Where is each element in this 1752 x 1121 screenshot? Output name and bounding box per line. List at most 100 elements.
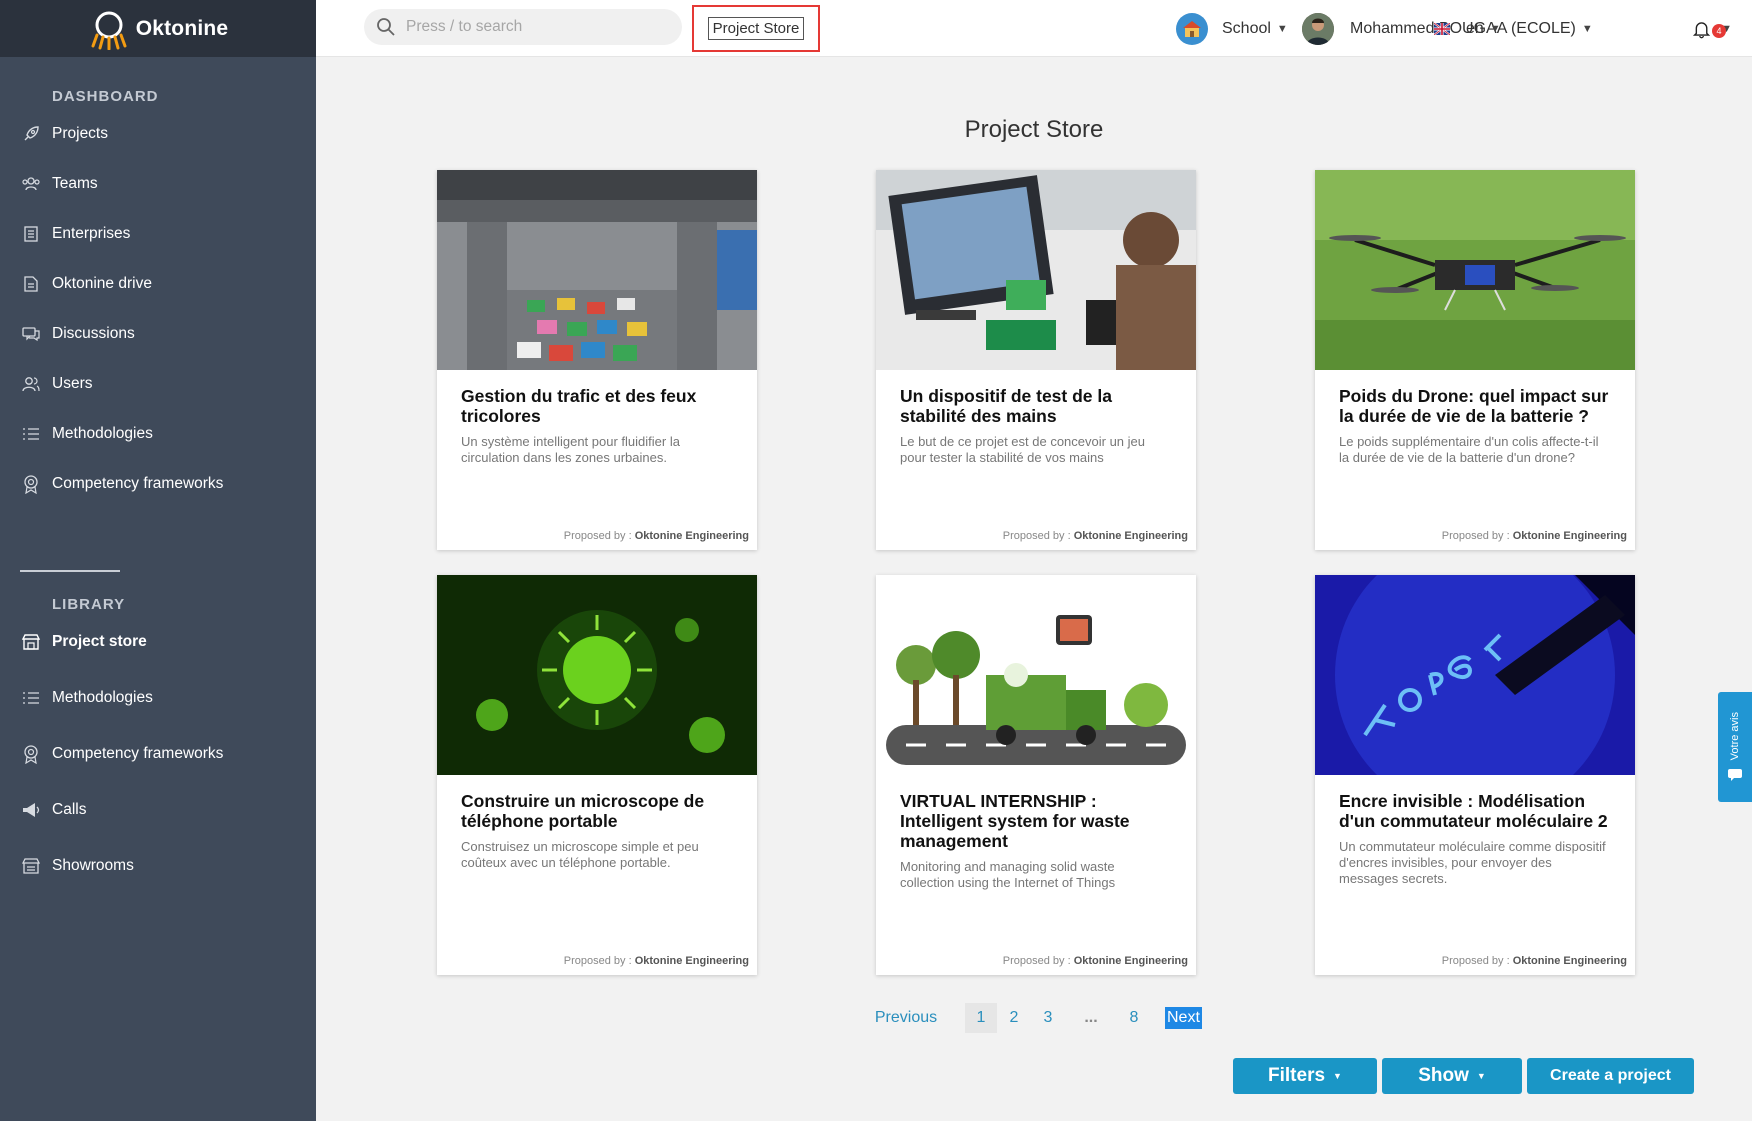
card-title: Encre invisible : Modélisation d'un comm… [1339, 791, 1608, 831]
card-description: Construisez un microscope simple et peu … [461, 839, 699, 870]
sidebar-item-label: Discussions [52, 325, 135, 342]
sidebar-item-library-competency-frameworks[interactable]: Competency frameworks [20, 738, 300, 770]
building-icon [20, 223, 42, 245]
page-link-1[interactable]: 1 [965, 1003, 997, 1033]
users-icon [20, 373, 42, 395]
garbage-truck-illustration [876, 575, 1196, 775]
sidebar-item-label: Users [52, 375, 93, 392]
sidebar-item-oktonine-drive[interactable]: Oktonine drive [20, 268, 300, 300]
badge-icon [20, 743, 42, 765]
logo[interactable]: Oktonine [0, 0, 316, 57]
sidebar-item-library-methodologies[interactable]: Methodologies [20, 682, 300, 714]
feedback-label: Votre avis [1729, 711, 1741, 761]
card-proposed-by: Proposed by : Oktonine Engineering [564, 955, 749, 967]
octopus-logo-icon [91, 11, 127, 50]
sidebar-item-label: Oktonine drive [52, 275, 152, 292]
proposed-prefix: Proposed by : [1441, 530, 1513, 542]
store-icon [20, 631, 42, 653]
search-input[interactable] [406, 18, 656, 36]
sidebar-item-enterprises[interactable]: Enterprises [20, 218, 300, 250]
sidebar-item-showrooms[interactable]: Showrooms [20, 850, 300, 882]
card-title: VIRTUAL INTERNSHIP : Intelligent system … [900, 791, 1130, 851]
badge-icon [20, 473, 42, 495]
search-icon [377, 18, 395, 36]
chevron-down-icon: ▼ [1276, 22, 1288, 35]
project-card[interactable]: VIRTUAL INTERNSHIP : Intelligent system … [876, 575, 1196, 975]
sidebar-item-label: Competency frameworks [52, 475, 224, 492]
proposed-prefix: Proposed by : [1441, 955, 1513, 967]
card-author: Oktonine Engineering [1073, 955, 1188, 967]
showroom-icon [20, 855, 42, 877]
card-author: Oktonine Engineering [634, 530, 749, 542]
sidebar-item-discussions[interactable]: Discussions [20, 318, 300, 350]
card-proposed-by: Proposed by : Oktonine Engineering [564, 530, 749, 542]
feedback-tab[interactable]: Votre avis [1718, 692, 1752, 802]
create-project-button[interactable]: Create a project [1527, 1058, 1694, 1094]
filters-label: Filters [1268, 1065, 1326, 1086]
card-title: Gestion du trafic et des feux tricolores [461, 386, 697, 426]
user-photo [1302, 12, 1334, 45]
uk-flag-icon [1434, 22, 1450, 35]
drive-icon [20, 273, 42, 295]
card-description: Le poids supplémentaire d'un colis affec… [1339, 434, 1599, 465]
project-card[interactable]: Encre invisible : Modélisation d'un comm… [1315, 575, 1635, 975]
project-card[interactable]: Gestion du trafic et des feux tricolores… [437, 170, 757, 550]
list-icon [20, 423, 42, 445]
proposed-prefix: Proposed by : [1002, 955, 1074, 967]
card-author: Oktonine Engineering [1512, 955, 1627, 967]
show-label: Show [1418, 1065, 1469, 1086]
sidebar-item-calls[interactable]: Calls [20, 794, 300, 826]
sidebar-divider [20, 570, 120, 572]
sidebar-item-label: Methodologies [52, 425, 153, 442]
chevron-down-icon: ▼ [1489, 22, 1501, 35]
search-box[interactable] [364, 9, 682, 45]
sidebar: Oktonine DASHBOARD Projects Teams Enterp… [0, 0, 316, 1121]
card-proposed-by: Proposed by : Oktonine Engineering [1003, 530, 1188, 542]
project-card[interactable]: Un dispositif de test de la stabilité de… [876, 170, 1196, 550]
next-page-link[interactable]: Next [1165, 1007, 1202, 1029]
sidebar-item-label: Showrooms [52, 857, 134, 874]
sidebar-item-teams[interactable]: Teams [20, 168, 300, 200]
virus-image [437, 575, 757, 775]
page-link-8[interactable]: 8 [1117, 1003, 1151, 1033]
project-card[interactable]: Construire un microscope de téléphone po… [437, 575, 757, 975]
drone-photo [1315, 170, 1635, 370]
chevron-down-icon: ▼ [1476, 1071, 1486, 1081]
chat-icon [20, 323, 42, 345]
sidebar-item-projects[interactable]: Projects [20, 118, 300, 150]
proposed-prefix: Proposed by : [563, 530, 635, 542]
page-title: Project Store [964, 116, 1104, 143]
kid-computer-photo [876, 170, 1196, 370]
page-link-2[interactable]: 2 [997, 1003, 1031, 1033]
project-card[interactable]: Poids du Drone: quel impact sur la durée… [1315, 170, 1635, 550]
user-avatar [1302, 12, 1334, 45]
sidebar-item-competency-frameworks[interactable]: Competency frameworks [20, 468, 300, 500]
sidebar-item-project-store[interactable]: Project store [20, 626, 300, 658]
chat-bubble-icon [1728, 769, 1742, 782]
traffic-photo [437, 170, 757, 370]
page-link-3[interactable]: 3 [1031, 1003, 1065, 1033]
school-selector[interactable]: School ▼ [1176, 0, 1288, 57]
sidebar-item-label: Methodologies [52, 689, 153, 706]
show-button[interactable]: Show ▼ [1382, 1058, 1522, 1094]
sidebar-item-label: Teams [52, 175, 98, 192]
sidebar-item-methodologies[interactable]: Methodologies [20, 418, 300, 450]
team-icon [20, 173, 42, 195]
card-title: Poids du Drone: quel impact sur la durée… [1339, 386, 1609, 426]
card-description: Un commutateur moléculaire comme disposi… [1339, 839, 1606, 886]
language-selector[interactable]: en ▼ [1434, 0, 1501, 57]
uv-ink-photo [1315, 575, 1635, 775]
sidebar-item-users[interactable]: Users [20, 368, 300, 400]
proposed-prefix: Proposed by : [1002, 530, 1074, 542]
school-avatar [1176, 12, 1208, 45]
school-label: School [1222, 19, 1271, 37]
previous-page-link[interactable]: Previous [870, 1003, 942, 1033]
card-proposed-by: Proposed by : Oktonine Engineering [1442, 955, 1627, 967]
megaphone-icon [20, 799, 42, 821]
sidebar-item-label: Calls [52, 801, 87, 818]
filters-button[interactable]: Filters ▼ [1233, 1058, 1377, 1094]
rocket-icon [20, 123, 42, 145]
logo-text: Oktonine [135, 16, 229, 40]
notifications-button[interactable]: 4 ▼ [1692, 0, 1732, 57]
card-description: Un système intelligent pour fluidifier l… [461, 434, 680, 465]
